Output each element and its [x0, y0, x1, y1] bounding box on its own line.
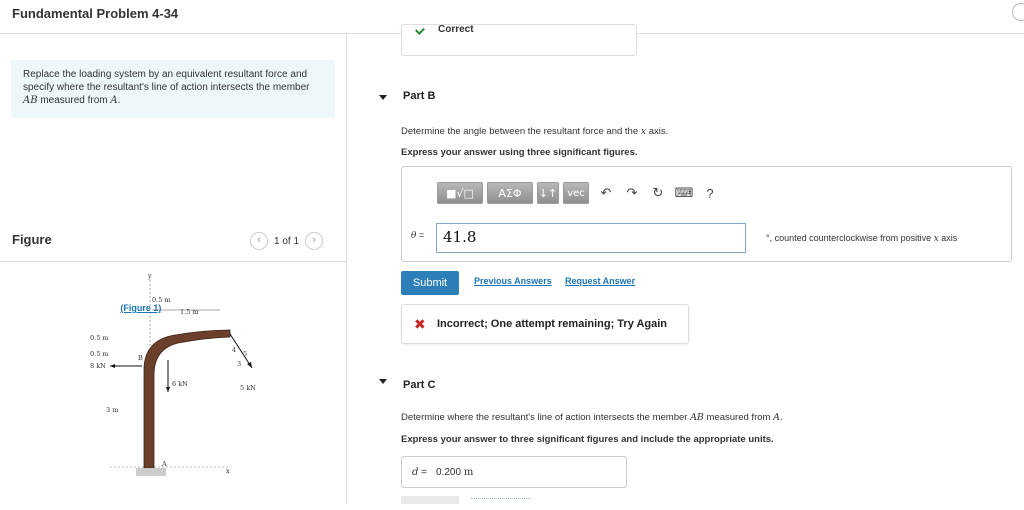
page-title: Fundamental Problem 4-34: [12, 6, 179, 21]
part-c-instruction: Express your answer to three significant…: [401, 434, 774, 445]
part-c-question: Determine where the resultant's line of …: [401, 412, 783, 423]
part-b-instruction: Express your answer using three signific…: [401, 147, 638, 158]
part-c-question-mid: measured from: [703, 412, 774, 423]
load-6kn-label: 6 kN: [172, 380, 188, 388]
pager-text: 1 of 1: [274, 235, 300, 247]
problem-text-mid: measured from: [37, 95, 111, 106]
x-axis-label: x: [226, 467, 230, 475]
error-icon: ✖: [414, 316, 426, 332]
point-b-label: B: [138, 354, 143, 362]
right-panel: Correct Part B Determine the angle betwe…: [347, 24, 1024, 504]
dim-3m-label: 3 m: [106, 406, 118, 414]
triangle-4: 4: [232, 346, 236, 354]
d-label: d =: [412, 467, 427, 478]
d-value: 0.200 m: [436, 467, 473, 478]
arrow-head-5kn: [247, 362, 252, 368]
keyboard-icon[interactable]: ⌨: [671, 182, 697, 204]
part-b-heading[interactable]: Part B: [403, 90, 435, 102]
part-a-result: Correct: [401, 24, 637, 56]
y-axis-label: y: [147, 272, 152, 280]
collapse-part-c-icon[interactable]: [379, 379, 387, 384]
theta-label: θ =: [411, 230, 424, 241]
part-c-question-pre: Determine where the resultant's line of …: [401, 412, 691, 423]
left-dim-a: 0.5 m: [90, 334, 109, 342]
next-figure-button[interactable]: ›: [305, 232, 324, 250]
answer-box: ■√□ ΑΣΦ ↓↑ vec ↶ ↷ ↻ ⌨ ? θ = 41.8 °, cou…: [401, 166, 1012, 262]
d-equals: =: [418, 467, 428, 478]
unit-note: °, counted counterclockwise from positiv…: [766, 233, 957, 244]
problem-statement: Replace the loading system by an equival…: [11, 60, 335, 313]
figure-header: Figure ‹ 1 of 1 ›: [0, 226, 346, 262]
math-toolbar: ■√□ ΑΣΦ ↓↑ vec ↶ ↷ ↻ ⌨ ?: [437, 178, 723, 208]
arrow-head-8kn: [110, 364, 115, 368]
dim-05-label: 0.5 m: [152, 296, 171, 304]
arrow-head-6kn: [166, 387, 170, 392]
problem-figure: y x A B 0.5 m 1.5 m 0.5 m 0.5 m 8 kN 6 k…: [80, 270, 280, 505]
dim-15-label: 1.5 m: [180, 308, 199, 316]
request-answer-link[interactable]: Request Answer: [565, 276, 635, 286]
figure-label: Figure: [12, 232, 52, 247]
reset-icon[interactable]: ↻: [645, 182, 671, 204]
check-icon: [415, 25, 425, 35]
part-b-question: Determine the angle between the resultan…: [401, 126, 668, 137]
problem-member: AB: [23, 95, 38, 106]
collapse-part-b-icon[interactable]: [379, 95, 387, 100]
unit-note-post: axis: [938, 233, 958, 243]
unit-note-pre: °, counted counterclockwise from positiv…: [766, 233, 934, 243]
d-unit: m: [463, 467, 474, 478]
feedback-box: ✖ Incorrect; One attempt remaining; Try …: [401, 304, 689, 344]
previous-answers-link[interactable]: Previous Answers: [474, 276, 552, 286]
part-b-question-pre: Determine the angle between the resultan…: [401, 126, 641, 137]
left-panel: Replace the loading system by an equival…: [0, 34, 346, 504]
left-dim-b: 0.5 m: [90, 350, 109, 358]
greek-button[interactable]: ΑΣΦ: [487, 182, 533, 204]
correct-label: Correct: [438, 24, 474, 35]
part-b-question-post: axis.: [646, 126, 669, 137]
part-c-question-point: A: [773, 412, 780, 423]
corner-button[interactable]: [1012, 3, 1024, 21]
undo-icon[interactable]: ↶: [593, 182, 619, 204]
part-c-heading[interactable]: Part C: [403, 379, 435, 391]
problem-text: Replace the loading system by an equival…: [23, 69, 310, 93]
d-number: 0.200: [436, 467, 462, 478]
support-base: [136, 468, 166, 476]
curved-member: [143, 329, 231, 469]
redo-icon[interactable]: ↷: [619, 182, 645, 204]
submit-button[interactable]: Submit: [401, 271, 459, 295]
answer-input[interactable]: 41.8: [436, 223, 746, 253]
part-c-answer[interactable]: d = 0.200 m: [401, 456, 627, 488]
load-5kn-label: 5 kN: [240, 384, 256, 392]
arrows-button[interactable]: ↓↑: [537, 182, 559, 204]
part-c-question-member: AB: [690, 412, 704, 423]
triangle-3: 3: [237, 360, 241, 368]
frame-diagram: y x A B 0.5 m 1.5 m 0.5 m 0.5 m 8 kN 6 k…: [90, 272, 256, 476]
problem-point: A: [110, 95, 118, 106]
triangle-5: 5: [243, 350, 247, 358]
part-c-links[interactable]: [471, 498, 531, 502]
help-icon[interactable]: ?: [697, 182, 723, 204]
point-a-label: A: [161, 460, 167, 468]
prev-figure-button[interactable]: ‹: [250, 232, 268, 250]
templates-button[interactable]: ■√□: [437, 182, 483, 204]
figure-pager: ‹ 1 of 1 ›: [250, 232, 324, 250]
vec-button[interactable]: vec: [563, 182, 589, 204]
part-c-submit-button[interactable]: [401, 496, 459, 504]
feedback-text: Incorrect; One attempt remaining; Try Ag…: [437, 318, 668, 330]
load-8kn-label: 8 kN: [90, 362, 106, 370]
theta-equals: =: [416, 230, 425, 240]
part-c-question-post: .: [779, 412, 783, 423]
problem-text-post: .: [117, 95, 121, 106]
